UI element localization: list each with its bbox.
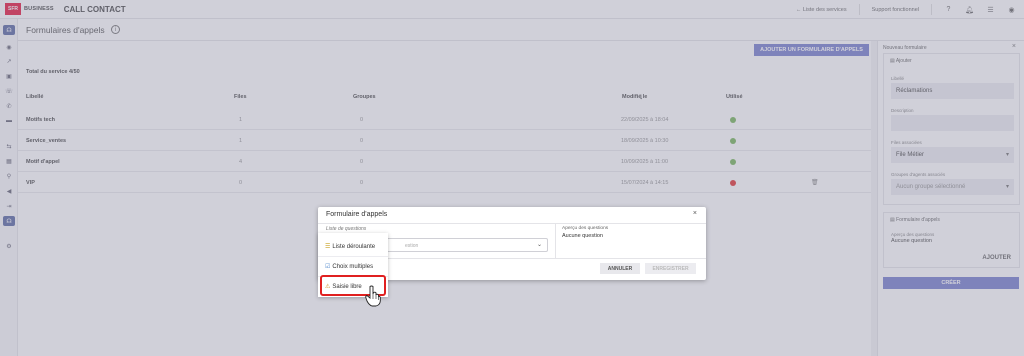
checkbox-icon: ☑ (325, 264, 331, 270)
divider (555, 224, 556, 258)
option-choix-multiples[interactable]: ☑ Choix multiples (318, 257, 388, 276)
hand-cursor-icon (365, 285, 381, 307)
option-label: Liste déroulante (332, 243, 376, 250)
apercu-label: Aperçu des questions (562, 226, 609, 231)
chevron-down-icon: ⌄ (536, 242, 542, 248)
question-list-label: Liste de questions (326, 226, 367, 232)
select-placeholder: estion (405, 243, 419, 249)
close-icon[interactable]: × (693, 210, 697, 217)
modal-backdrop (0, 0, 1024, 356)
option-label: Choix multiples (332, 263, 374, 270)
apercu-value: Aucune question (562, 233, 603, 239)
cancel-button[interactable]: ANNULER (600, 263, 640, 274)
save-button[interactable]: ENREGISTRER (645, 263, 696, 274)
divider (318, 223, 706, 224)
list-icon: ☰ (325, 244, 331, 250)
option-liste-deroulante[interactable]: ☰ Liste déroulante (318, 237, 388, 256)
modal-title: Formulaire d'appels (326, 211, 388, 218)
